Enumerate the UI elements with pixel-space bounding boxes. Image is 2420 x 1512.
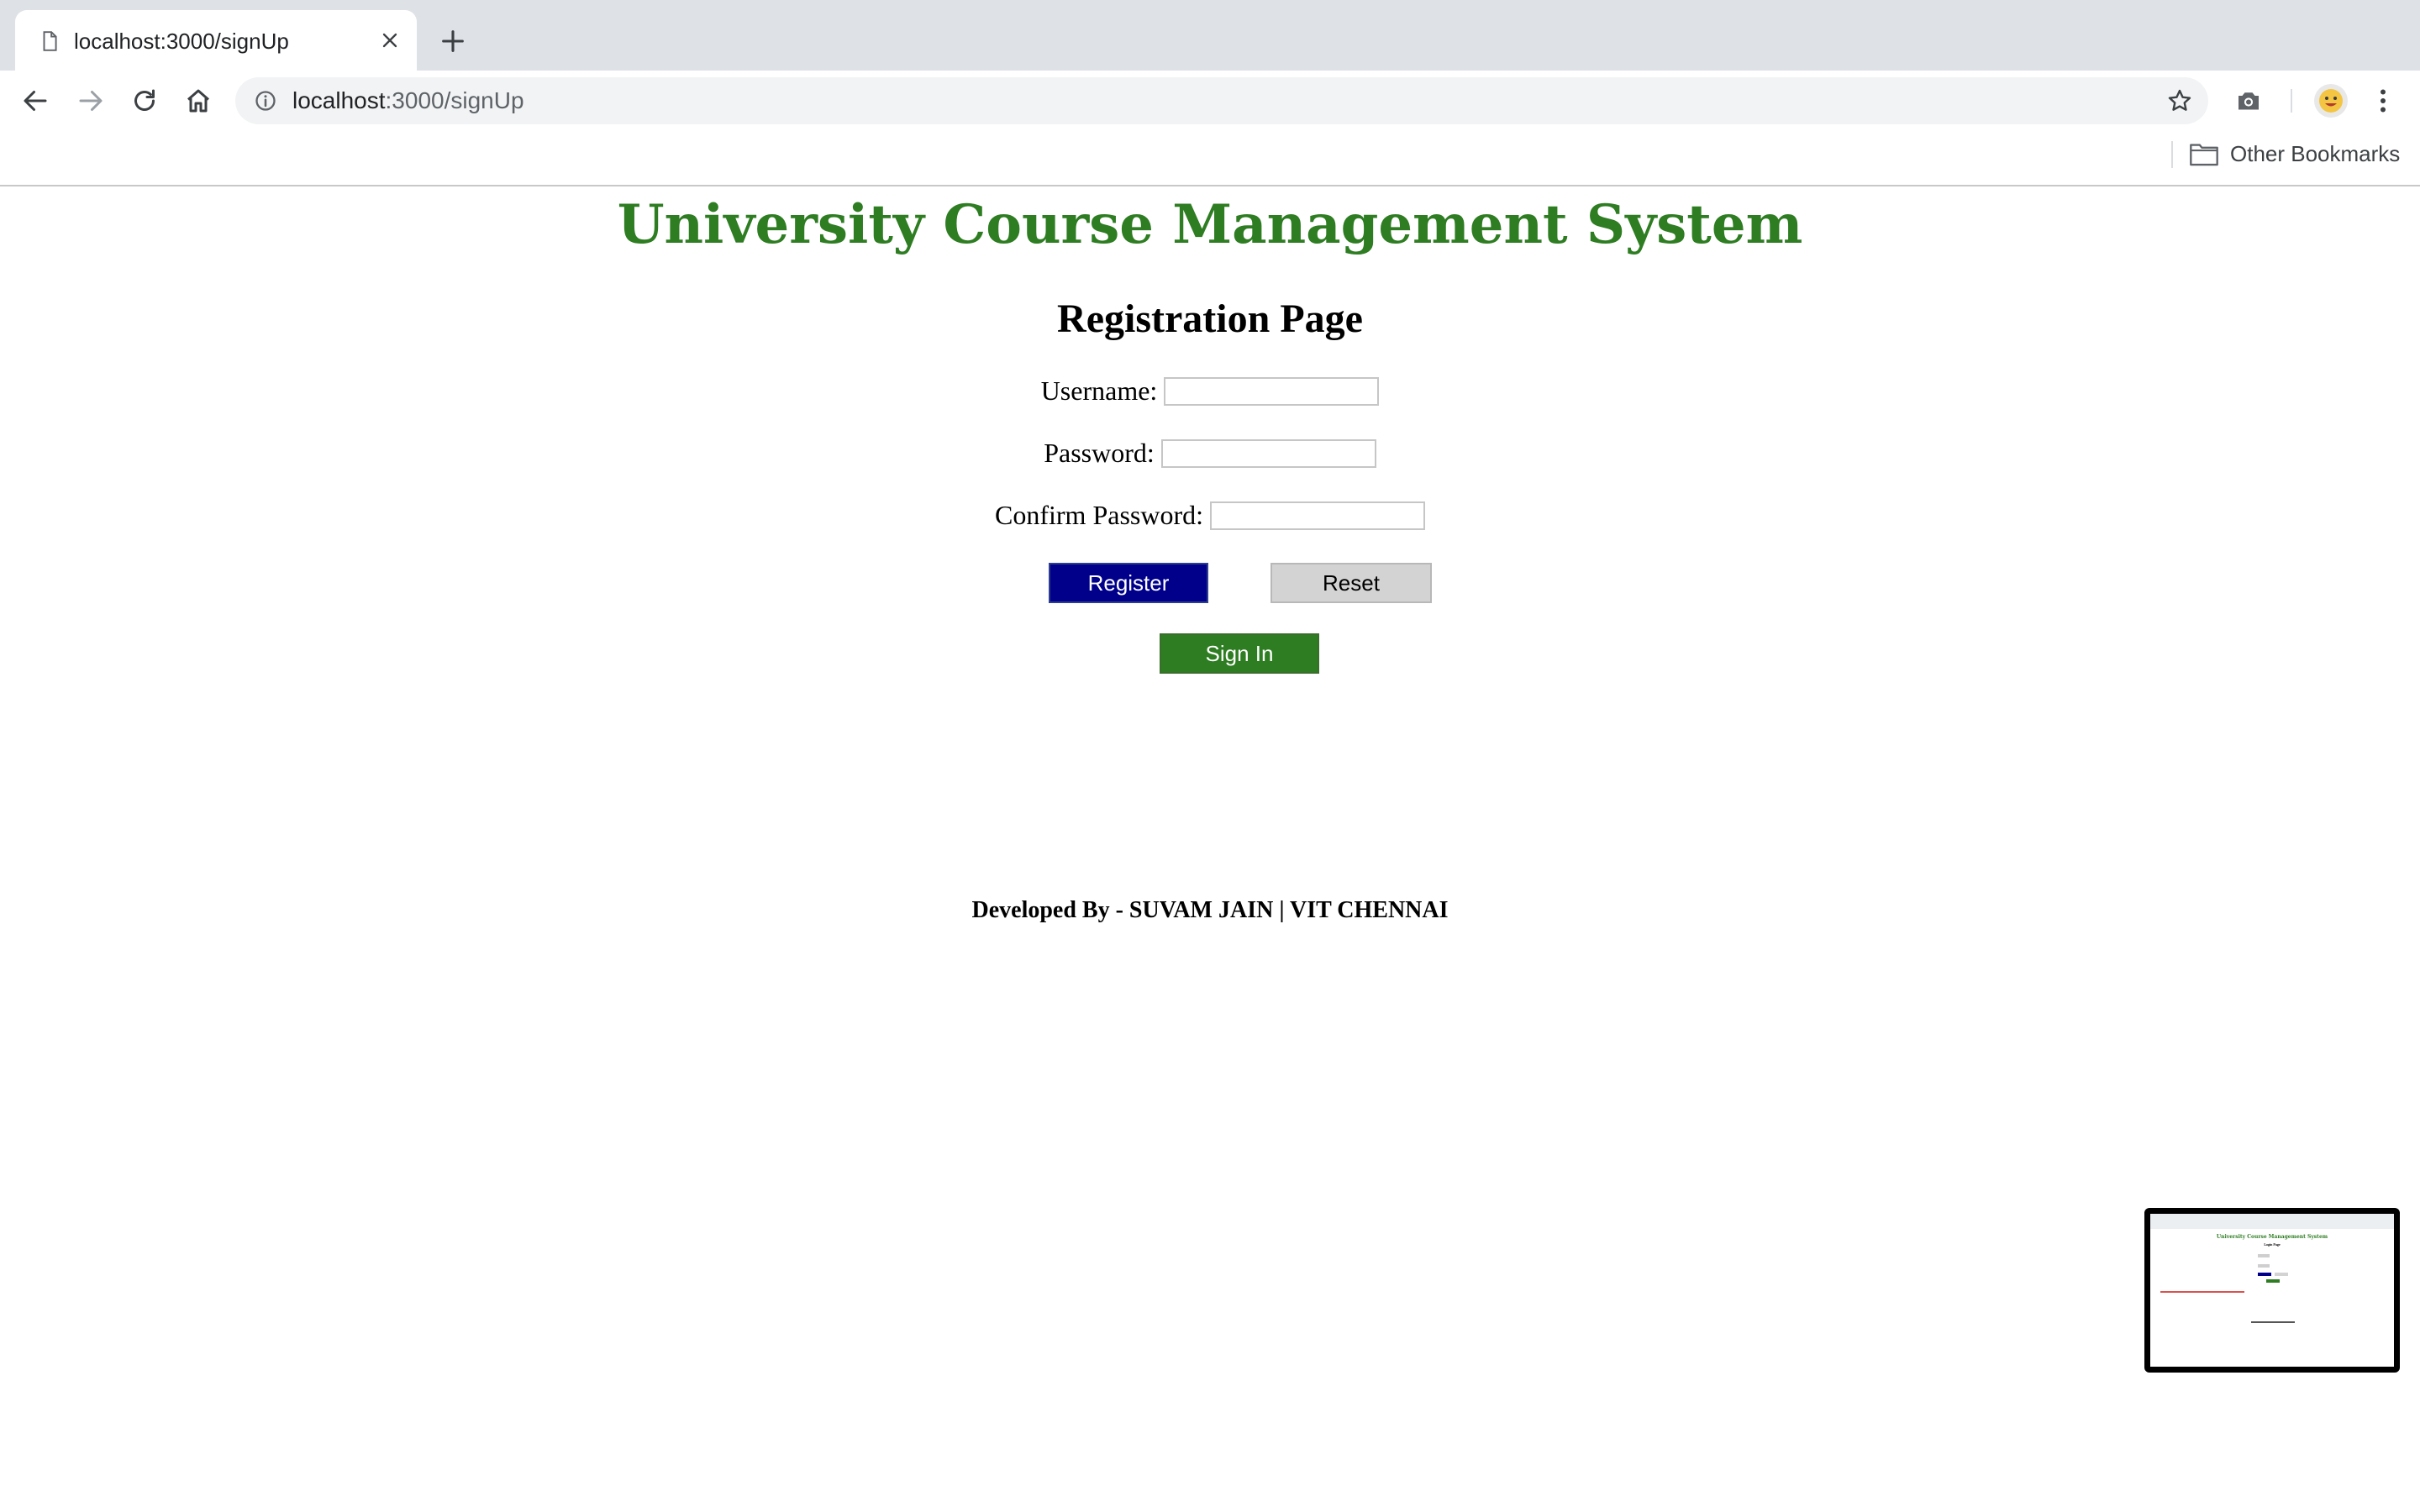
other-bookmarks-link[interactable]: Other Bookmarks: [2230, 141, 2400, 167]
plus-icon[interactable]: [439, 27, 467, 55]
thumbnail-button: [2266, 1279, 2280, 1283]
password-input[interactable]: [1160, 438, 1376, 468]
thumbnail-browser-chrome: [2150, 1214, 2394, 1229]
reset-button[interactable]: Reset: [1270, 563, 1432, 603]
info-icon[interactable]: [254, 89, 277, 113]
username-row: Username:: [0, 373, 2420, 407]
screenshot-thumbnail[interactable]: University Course Management System Logi…: [2144, 1208, 2400, 1373]
thumbnail-title: University Course Management System: [2216, 1234, 2328, 1240]
address-bar[interactable]: localhost:3000/signUp: [235, 77, 2208, 124]
address-host: localhost: [292, 87, 386, 113]
password-label: Password:: [1044, 438, 1155, 469]
more-icon[interactable]: [2368, 86, 2398, 116]
back-icon[interactable]: [20, 86, 50, 116]
camera-icon[interactable]: [2233, 86, 2264, 116]
browser-tab[interactable]: localhost:3000/signUp: [15, 10, 417, 71]
tab-strip: localhost:3000/signUp: [0, 0, 2420, 71]
page-icon: [43, 31, 57, 51]
thumbnail-heading: Login Page: [2264, 1242, 2281, 1247]
site-title: University Course Management System: [617, 193, 1803, 256]
register-button[interactable]: Register: [1049, 563, 1208, 603]
thumbnail-button: [2275, 1273, 2288, 1276]
developer-credit: Developed By - SUVAM JAIN | VIT CHENNAI: [971, 897, 1449, 923]
forward-icon[interactable]: [76, 86, 106, 116]
reload-icon[interactable]: [129, 86, 160, 116]
bookmarks-bar: Other Bookmarks: [0, 131, 2420, 186]
password-row: Password:: [0, 435, 2420, 469]
page-content: University Course Management System Regi…: [0, 186, 2420, 1512]
address-path: :3000/signUp: [385, 87, 524, 113]
sign-in-button[interactable]: Sign In: [1160, 633, 1319, 674]
toolbar-separator: [2291, 89, 2292, 113]
close-icon[interactable]: [378, 29, 402, 52]
thumbnail-input: [2258, 1264, 2270, 1268]
thumbnail-input: [2258, 1254, 2270, 1257]
page-heading: Registration Page: [1057, 297, 1363, 341]
thumbnail-button: [2258, 1273, 2271, 1276]
browser-toolbar: localhost:3000/signUp: [0, 71, 2420, 131]
confirm-password-row: Confirm Password:: [0, 497, 2420, 531]
thumbnail-error-text: [2160, 1291, 2244, 1293]
username-label: Username:: [1040, 375, 1158, 407]
star-icon[interactable]: [2166, 87, 2193, 114]
confirm-password-input[interactable]: [1210, 501, 1425, 530]
confirm-password-label: Confirm Password:: [995, 500, 1203, 531]
profile-avatar[interactable]: [2312, 82, 2349, 119]
username-input[interactable]: [1164, 376, 1380, 406]
thumbnail-footer: [2251, 1321, 2295, 1323]
address-url[interactable]: localhost:3000/signUp: [292, 87, 524, 114]
bookmarks-separator: [2171, 141, 2173, 168]
tab-title: localhost:3000/signUp: [74, 29, 289, 54]
folder-icon[interactable]: [2190, 141, 2218, 166]
home-icon[interactable]: [183, 86, 213, 116]
